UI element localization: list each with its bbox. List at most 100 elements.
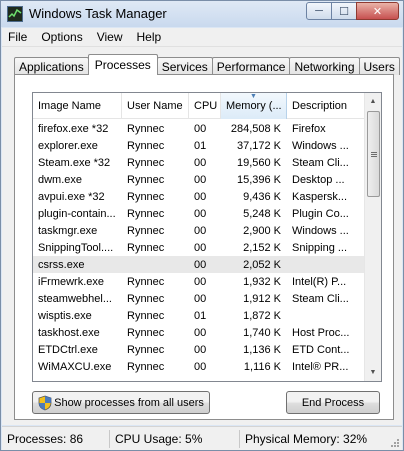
process-cpu: 00 <box>194 241 207 254</box>
process-description: Steam Cli... <box>292 156 349 169</box>
end-process-button[interactable]: End Process <box>286 391 380 414</box>
tab-performance[interactable]: Performance <box>211 57 291 75</box>
process-user-name: Rynnec <box>127 343 165 356</box>
process-memory: 1,932 K <box>243 275 281 288</box>
process-image-name: firefox.exe *32 <box>38 122 109 135</box>
column-cpu[interactable]: CPU <box>189 93 221 119</box>
process-memory: 1,136 K <box>243 343 281 356</box>
status-physical-memory: Physical Memory: 32% <box>245 431 368 446</box>
task-manager-app-icon <box>7 6 23 22</box>
menu-view[interactable]: View <box>90 30 130 44</box>
table-row[interactable]: WiMAXCU.exe Rynnec 00 1,116 K Intel® PR... <box>33 358 366 375</box>
table-row[interactable]: plugin-contain... Rynnec 00 5,248 K Plugin C… <box>33 205 366 222</box>
process-image-name: taskhost.exe <box>38 326 100 339</box>
vertical-scrollbar[interactable]: ▲ ▼ <box>364 93 381 381</box>
menu-help[interactable]: Help <box>130 30 169 44</box>
process-user-name: Rynnec <box>127 224 165 237</box>
close-button[interactable]: ✕ <box>356 2 399 20</box>
process-cpu: 00 <box>194 173 207 186</box>
column-description[interactable]: Description <box>287 93 366 119</box>
show-all-processes-button[interactable]: Show processes from all users <box>32 391 210 414</box>
process-cpu: 00 <box>194 292 207 305</box>
column-image-name[interactable]: Image Name <box>33 93 122 119</box>
process-list[interactable]: Image Name User Name CPU ▼ Memory (... D… <box>32 92 382 382</box>
sort-descending-icon: ▼ <box>250 93 257 100</box>
table-row[interactable]: ETDCtrl.exe Rynnec 00 1,136 K ETD Cont... <box>33 341 366 358</box>
process-description: ETD Cont... <box>292 343 350 356</box>
process-user-name: Rynnec <box>127 173 165 186</box>
table-row[interactable]: taskhost.exe Rynnec 00 1,740 K Host Proc... <box>33 324 366 341</box>
process-image-name: csrss.exe <box>38 258 85 271</box>
process-image-name: taskmgr.exe <box>38 224 98 237</box>
table-row[interactable]: wisptis.exe Rynnec 01 1,872 K <box>33 307 366 324</box>
table-row[interactable]: SnippingTool.... Rynnec 00 2,152 K Snipping … <box>33 239 366 256</box>
table-row[interactable]: Steam.exe *32 Rynnec 00 19,560 K Steam Cli..… <box>33 154 366 171</box>
process-user-name: Rynnec <box>127 139 165 152</box>
client-area: Applications Processes Services Performa… <box>2 47 402 425</box>
table-row[interactable]: explorer.exe Rynnec 01 37,172 K Windows ... <box>33 137 366 154</box>
process-cpu: 00 <box>194 156 207 169</box>
tab-services[interactable]: Services <box>156 57 213 75</box>
process-image-name: avpui.exe *32 <box>38 190 105 203</box>
menu-file[interactable]: File <box>2 30 34 44</box>
process-image-name: iFrmewrk.exe <box>38 275 105 288</box>
process-image-name: SnippingTool.... <box>38 241 114 254</box>
process-cpu: 00 <box>194 326 207 339</box>
tab-users[interactable]: Users <box>358 57 400 75</box>
caption-buttons: ─ ☐ ✕ <box>306 2 399 20</box>
table-row[interactable]: steamwebhel... Rynnec 00 1,912 K Steam Cli..… <box>33 290 366 307</box>
menu-bar: File Options View Help <box>2 28 402 47</box>
scroll-up-icon[interactable]: ▲ <box>365 93 381 110</box>
process-description: Steam Cli... <box>292 292 349 305</box>
table-row[interactable]: dwm.exe Rynnec 00 15,396 K Desktop ... <box>33 171 366 188</box>
minimize-button[interactable]: ─ <box>306 2 332 20</box>
process-memory: 1,116 K <box>243 360 281 373</box>
process-image-name: wisptis.exe <box>38 309 92 322</box>
process-user-name: Rynnec <box>127 156 165 169</box>
table-row[interactable]: avpui.exe *32 Rynnec 00 9,436 K Kaspersk... <box>33 188 366 205</box>
table-row[interactable]: taskmgr.exe Rynnec 00 2,900 K Windows ... <box>33 222 366 239</box>
scroll-thumb[interactable] <box>367 111 380 197</box>
process-description: Firefox <box>292 122 326 135</box>
column-user-name[interactable]: User Name <box>122 93 189 119</box>
process-cpu: 00 <box>194 207 207 220</box>
process-cpu: 01 <box>194 139 207 152</box>
maximize-button[interactable]: ☐ <box>331 2 357 20</box>
status-cpu-usage: CPU Usage: 5% <box>110 429 240 448</box>
process-image-name: explorer.exe <box>38 139 98 152</box>
process-description: Windows ... <box>292 224 349 237</box>
tab-processes[interactable]: Processes <box>87 54 158 75</box>
process-memory: 1,872 K <box>243 309 281 322</box>
process-cpu: 00 <box>194 343 207 356</box>
process-user-name: Rynnec <box>127 360 165 373</box>
process-cpu: 00 <box>194 275 207 288</box>
table-row[interactable]: firefox.exe *32 Rynnec 00 284,508 K Firefox <box>33 120 366 137</box>
column-memory[interactable]: ▼ Memory (... <box>221 93 287 119</box>
scroll-down-icon[interactable]: ▼ <box>365 364 381 381</box>
uac-shield-icon <box>38 395 52 410</box>
process-image-name: WiMAXCU.exe <box>38 360 112 373</box>
tab-networking[interactable]: Networking <box>289 57 360 75</box>
tab-strip: Applications Processes Services Performa… <box>14 54 400 75</box>
process-memory: 37,172 K <box>236 139 281 152</box>
process-description: Windows ... <box>292 139 349 152</box>
table-row[interactable]: csrss.exe 00 2,052 K <box>33 256 366 273</box>
process-user-name: Rynnec <box>127 207 165 220</box>
process-user-name: Rynnec <box>127 309 165 322</box>
menu-options[interactable]: Options <box>34 30 89 44</box>
resize-grip-icon[interactable] <box>390 438 400 448</box>
process-memory: 2,900 K <box>243 224 281 237</box>
title-bar[interactable]: Windows Task Manager ─ ☐ ✕ <box>1 1 403 27</box>
process-cpu: 00 <box>194 190 207 203</box>
process-description: Intel® PR... <box>292 360 349 373</box>
process-memory: 2,152 K <box>243 241 281 254</box>
process-image-name: plugin-contain... <box>38 207 116 220</box>
tab-applications[interactable]: Applications <box>14 57 89 75</box>
process-image-name: steamwebhel... <box>38 292 112 305</box>
process-description: Intel(R) P... <box>292 275 347 288</box>
table-row[interactable]: iFrmewrk.exe Rynnec 00 1,932 K Intel(R) P... <box>33 273 366 290</box>
process-user-name: Rynnec <box>127 326 165 339</box>
process-user-name: Rynnec <box>127 241 165 254</box>
process-memory: 9,436 K <box>243 190 281 203</box>
process-cpu: 01 <box>194 309 207 322</box>
